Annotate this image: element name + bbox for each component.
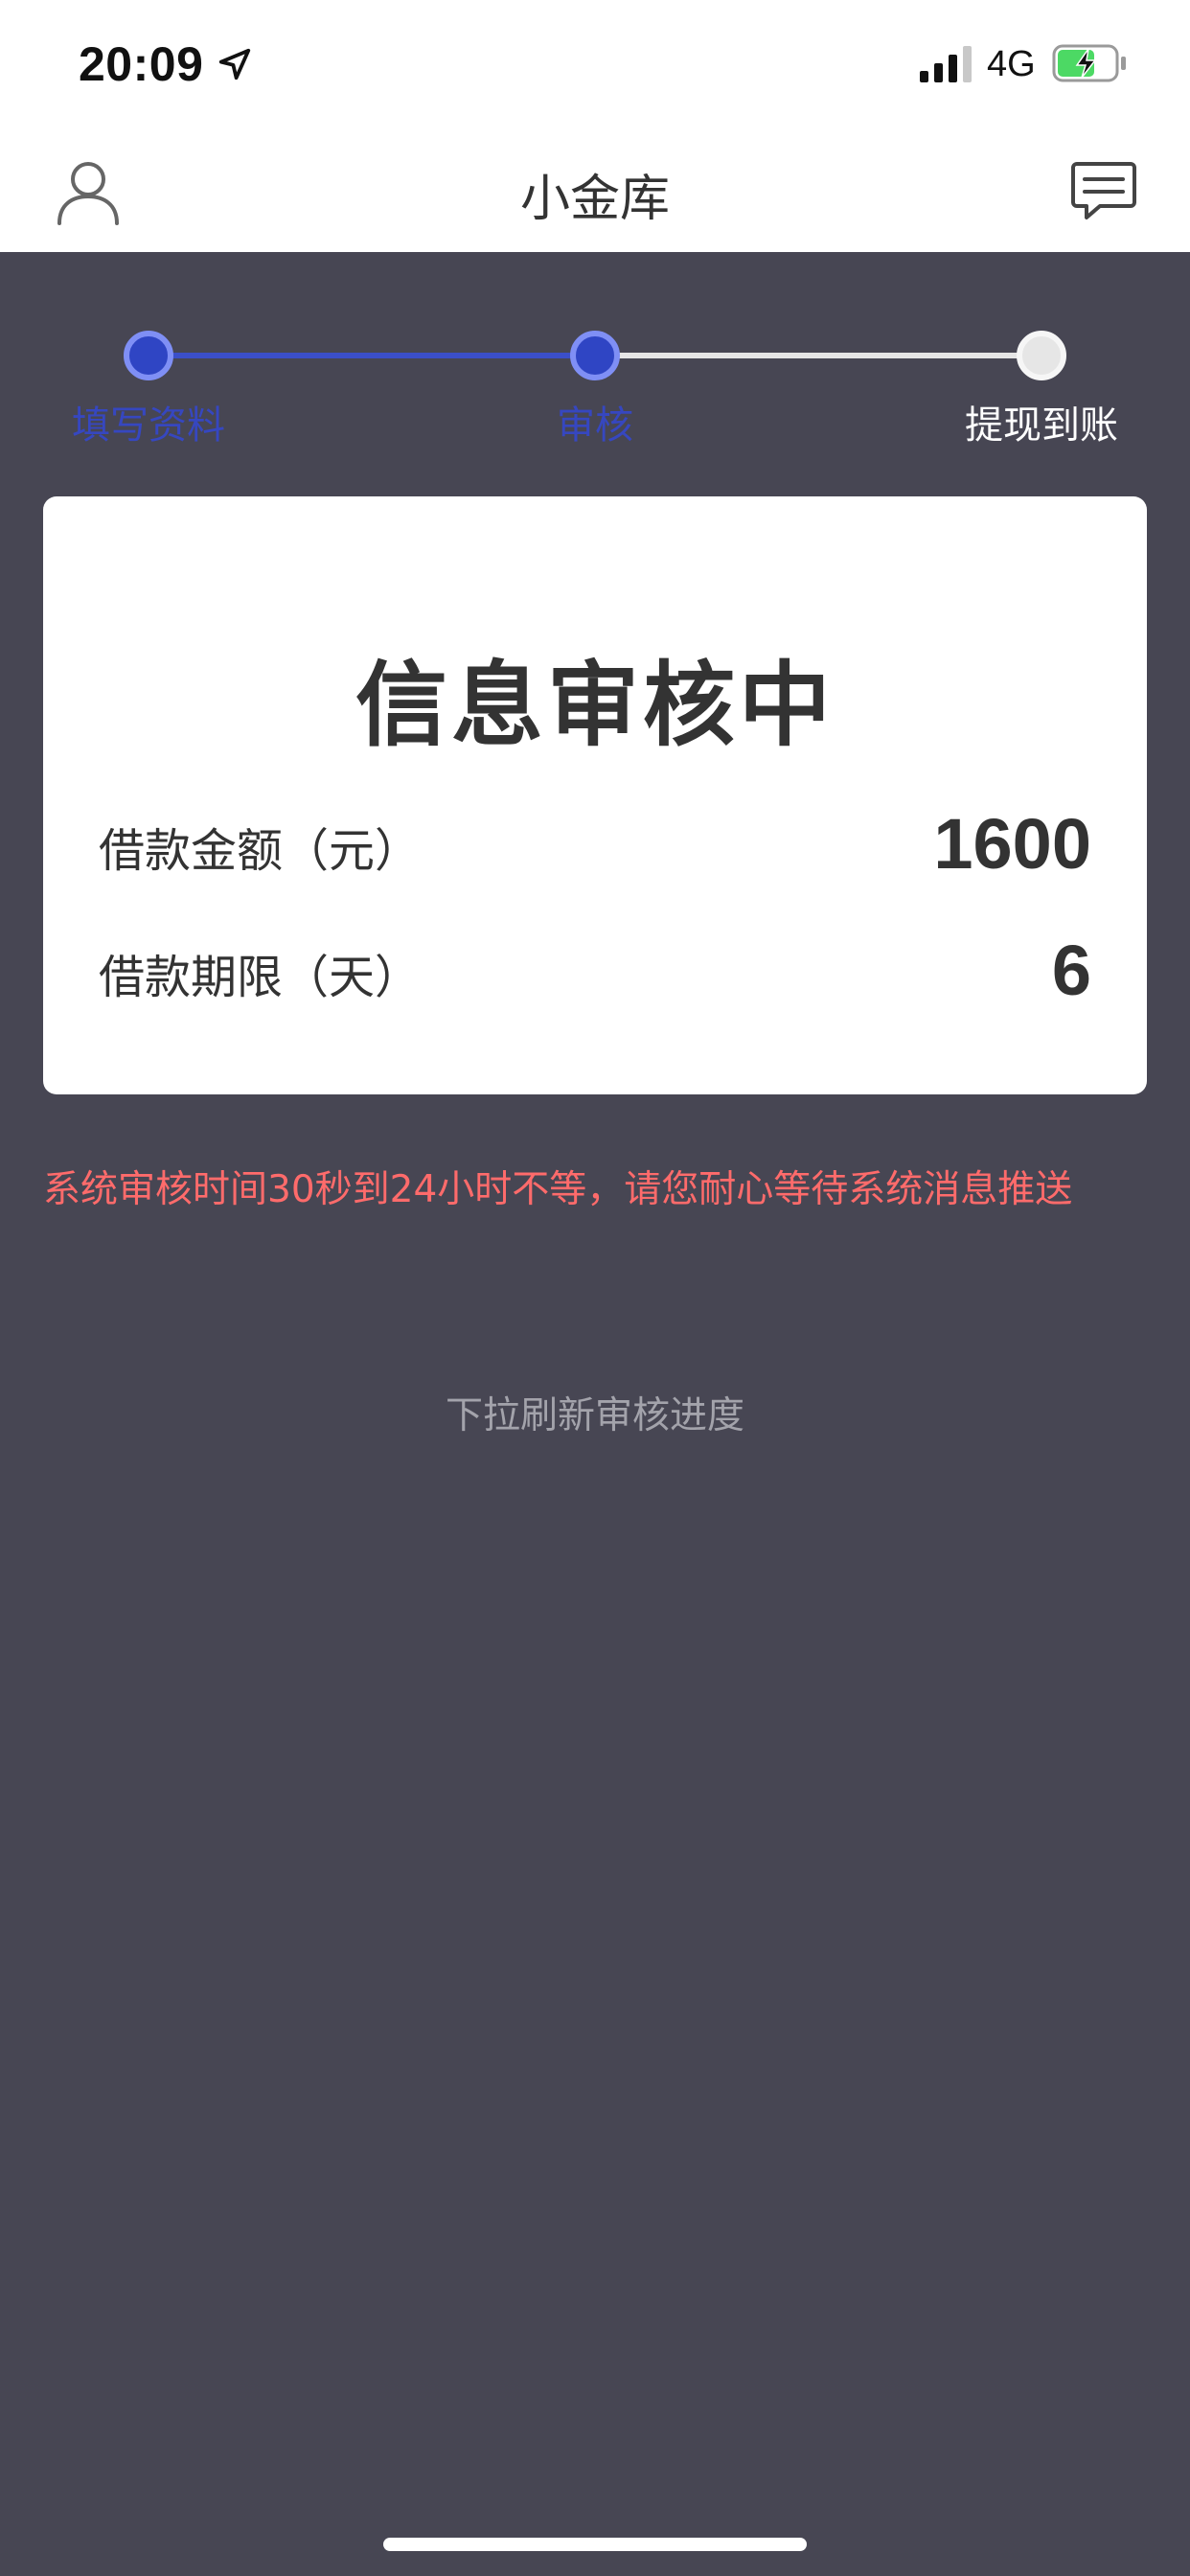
loan-term-label: 借款期限（天） bbox=[99, 951, 422, 1004]
step-connector-done bbox=[149, 353, 595, 358]
page-title: 小金库 bbox=[519, 171, 670, 228]
loan-amount-label: 借款金额（元） bbox=[99, 824, 422, 878]
location-arrow-icon bbox=[218, 48, 251, 80]
step-label-review: 审核 bbox=[557, 403, 633, 448]
step-dot-fill-info bbox=[124, 331, 173, 380]
step-connector-pending bbox=[595, 353, 1041, 358]
loan-amount-value: 1600 bbox=[933, 804, 1091, 884]
loan-term-value: 6 bbox=[1051, 931, 1091, 1010]
review-status-card: 信息审核中 借款金额（元） 1600 借款期限（天） 6 bbox=[43, 496, 1147, 1094]
nav-bar: 小金库 bbox=[0, 129, 1190, 252]
step-label-withdraw: 提现到账 bbox=[965, 403, 1118, 448]
network-label: 4G bbox=[987, 44, 1036, 84]
battery-charging-icon bbox=[1052, 44, 1126, 82]
step-dot-review bbox=[570, 331, 620, 380]
pull-refresh-hint[interactable]: 下拉刷新审核进度 bbox=[0, 1386, 1190, 1439]
review-status-title: 信息审核中 bbox=[355, 652, 835, 759]
review-notice: 系统审核时间30秒到24小时不等，请您耐心等待系统消息推送 bbox=[43, 1168, 1073, 1211]
home-indicator[interactable] bbox=[383, 2538, 807, 2551]
status-bar: 20:09 4G bbox=[0, 0, 1190, 129]
step-dot-withdraw bbox=[1017, 331, 1066, 380]
status-time: 20:09 bbox=[79, 37, 204, 91]
signal-icon bbox=[920, 46, 972, 82]
progress-steps: 填写资料 审核 提现到账 bbox=[0, 252, 1190, 496]
message-icon[interactable] bbox=[1071, 160, 1136, 223]
step-label-fill-info: 填写资料 bbox=[72, 403, 225, 448]
